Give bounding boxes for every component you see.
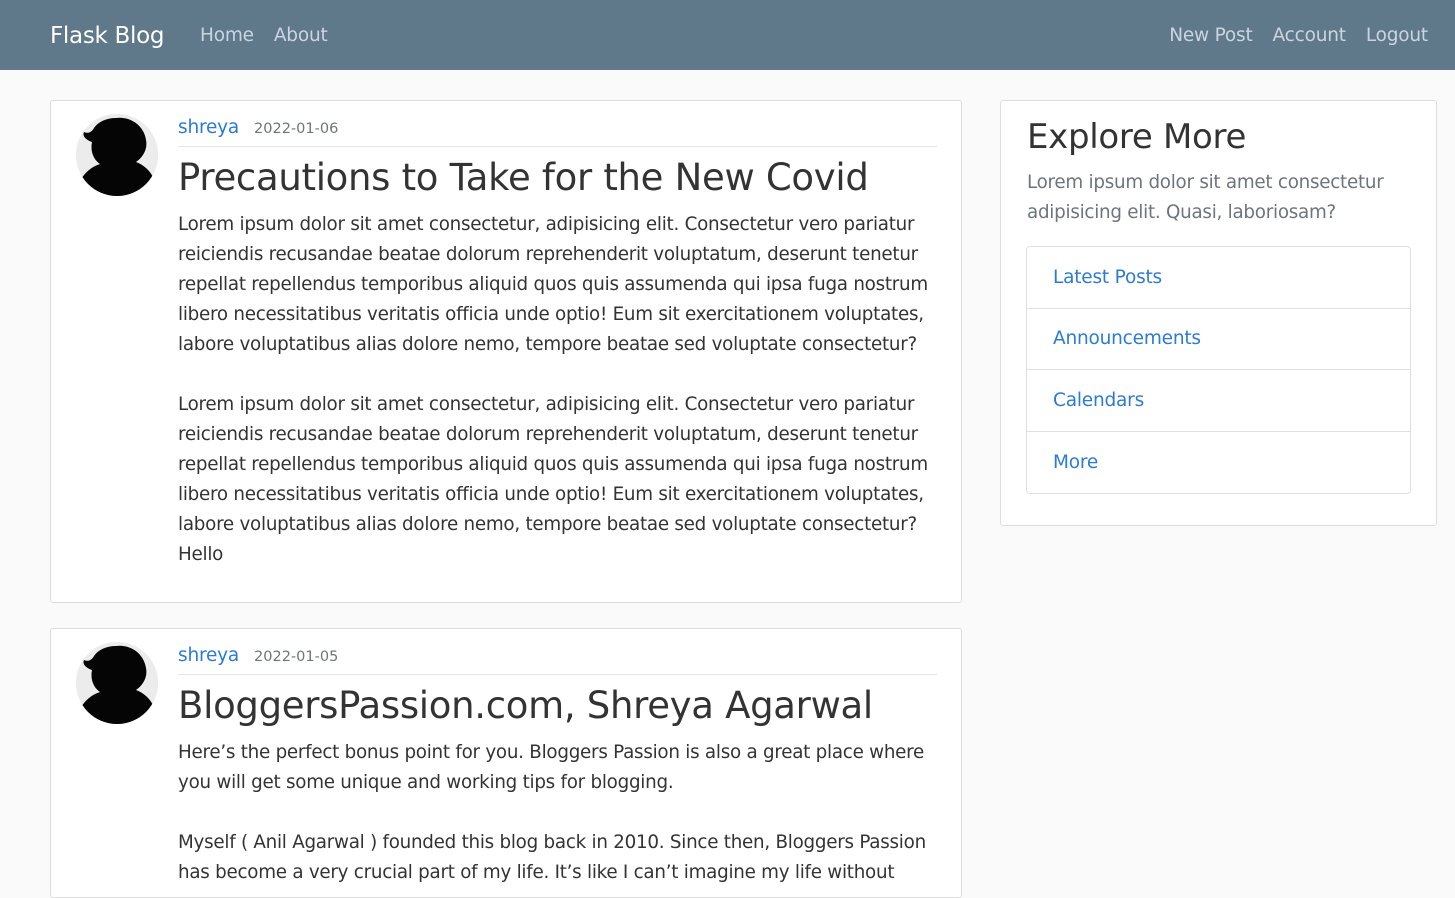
post-date: 2022-01-06	[254, 121, 339, 137]
post-date: 2022-01-05	[254, 649, 339, 665]
post-meta: shreya 2022-01-05	[178, 645, 937, 675]
post-title[interactable]: Precautions to Take for the New Covid	[178, 155, 958, 201]
nav-link-account[interactable]: Account	[1273, 22, 1346, 50]
post-content: Lorem ipsum dolor sit amet consectetur, …	[178, 214, 928, 565]
sidebar-title: Explore More	[1027, 117, 1247, 157]
sidebar-description: Lorem ipsum dolor sit amet consectetur a…	[1027, 172, 1384, 223]
avatar	[76, 114, 158, 196]
sidebar: Explore More Lorem ipsum dolor sit amet …	[1000, 100, 1437, 526]
avatar-silhouette-icon	[76, 114, 158, 196]
sidebar-item-latest-posts[interactable]: Latest Posts	[1027, 247, 1410, 309]
post-author-link[interactable]: shreya	[178, 117, 239, 138]
avatar	[76, 642, 158, 724]
post-meta: shreya 2022-01-06	[178, 117, 937, 147]
sidebar-list: Latest Posts Announcements Calendars Mor…	[1026, 246, 1411, 494]
brand-link[interactable]: Flask Blog	[50, 20, 164, 52]
sidebar-item-calendars[interactable]: Calendars	[1027, 370, 1410, 432]
nav-link-logout[interactable]: Logout	[1366, 22, 1428, 50]
post-author-link[interactable]: shreya	[178, 645, 239, 666]
post-card: shreya 2022-01-06 Precautions to Take fo…	[50, 100, 962, 603]
post-card: shreya 2022-01-05 BloggersPassion.com, S…	[50, 628, 962, 898]
nav-left: Home About	[200, 22, 328, 50]
avatar-silhouette-icon	[76, 642, 158, 724]
sidebar-item-announcements[interactable]: Announcements	[1027, 309, 1410, 370]
nav-link-about[interactable]: About	[274, 22, 328, 50]
nav-right: New Post Account Logout	[1169, 22, 1428, 50]
navbar: Flask Blog Home About New Post Account L…	[0, 0, 1455, 70]
post-title[interactable]: BloggersPassion.com, Shreya Agarwal	[178, 683, 958, 729]
sidebar-item-more[interactable]: More	[1027, 432, 1410, 494]
nav-link-new-post[interactable]: New Post	[1169, 22, 1253, 50]
post-content: Here’s the perfect bonus point for you. …	[178, 742, 926, 883]
nav-link-home[interactable]: Home	[200, 22, 254, 50]
